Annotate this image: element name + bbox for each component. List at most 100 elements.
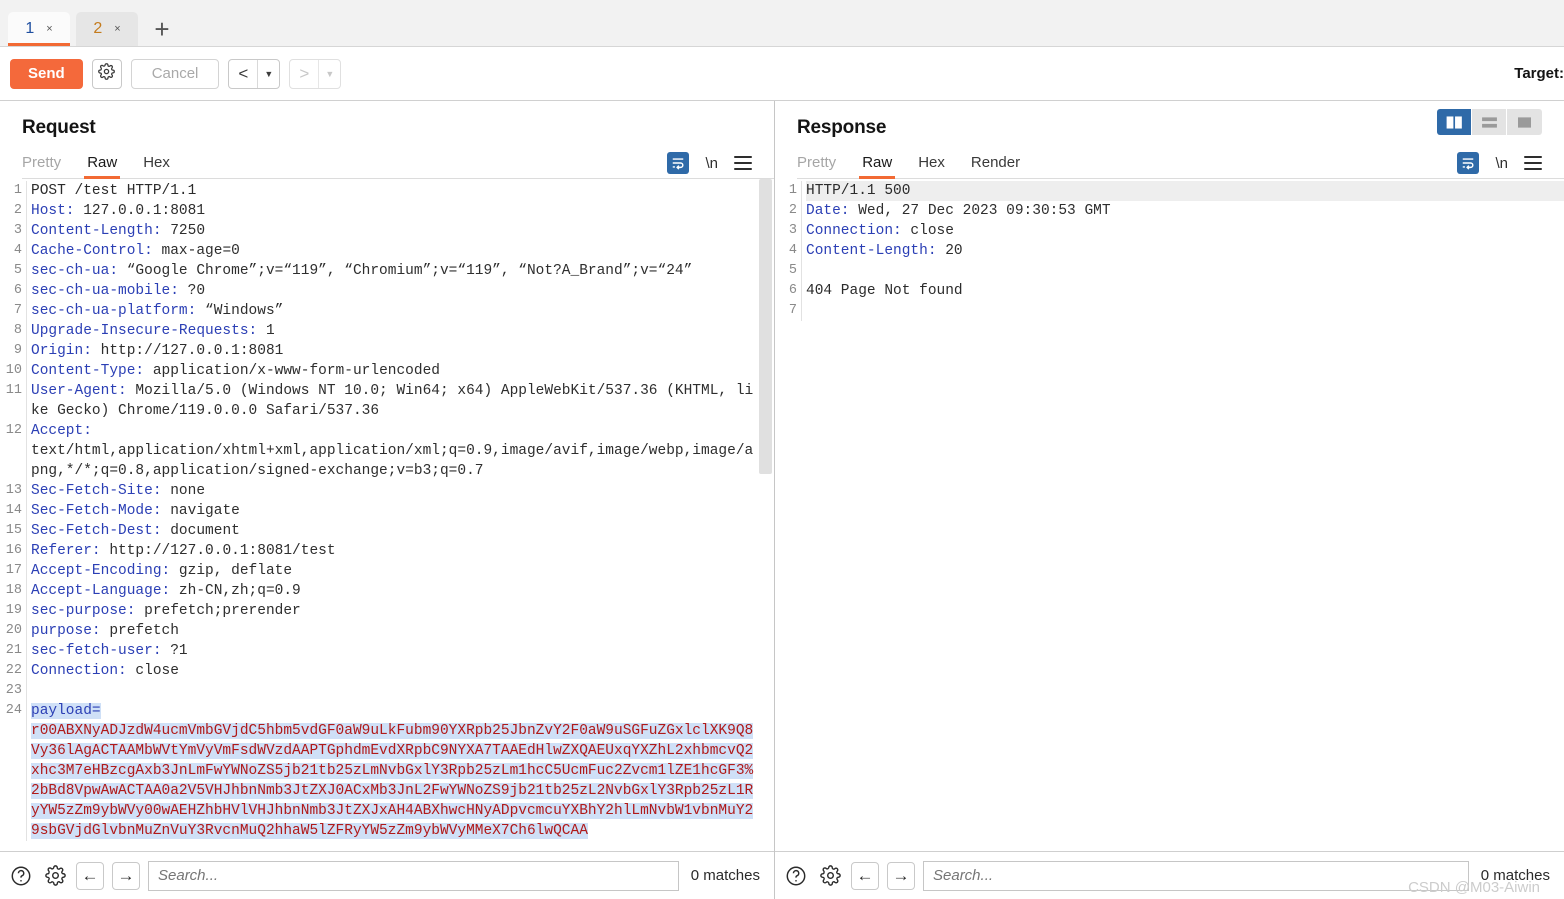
line-number: 5 xyxy=(13,263,22,278)
newline-toggle[interactable]: \n xyxy=(705,155,718,172)
code-line: 24 payload= r00ABXNyADJzdW4ucmVmbGVjdC5hb… xyxy=(0,701,774,841)
gear-icon[interactable] xyxy=(817,863,843,889)
gear-icon xyxy=(98,62,116,85)
header-value: Wed, 27 Dec 2023 09:30:53 GMT xyxy=(849,203,1111,219)
code-text: POST /test HTTP/1.1 xyxy=(31,183,197,199)
prev-request-group[interactable]: < ▼ xyxy=(228,58,281,89)
layout-mode-buttons xyxy=(1437,109,1542,135)
repeater-tab-1[interactable]: 1 × xyxy=(8,12,70,46)
tab-request-pretty[interactable]: Pretty xyxy=(22,150,61,178)
header-name: Upgrade-Insecure-Requests: xyxy=(31,323,258,339)
request-code-lines: 1 POST /test HTTP/1.1 2 Host: 127.0.0.1:808… xyxy=(0,181,774,841)
tab-response-render[interactable]: Render xyxy=(971,150,1020,178)
gutter-divider xyxy=(26,601,27,621)
search-input[interactable] xyxy=(148,860,679,891)
prev-request-button[interactable]: < xyxy=(229,60,257,88)
code-line: 11 User-Agent: Mozilla/5.0 (Windows NT 10… xyxy=(0,381,774,421)
payload-value: r00ABXNyADJzdW4ucmVmbGVjdC5hbm5vdGF0aW9u… xyxy=(31,723,754,839)
gutter-divider xyxy=(26,521,27,541)
request-pane-header: Request Pretty Raw Hex \n xyxy=(0,101,774,179)
code-text: Host: 127.0.0.1:8081 xyxy=(31,201,774,221)
code-line: 18 Accept-Language: zh-CN,zh;q=0.9 xyxy=(0,581,774,601)
line-number: 21 xyxy=(5,643,22,658)
next-request-group[interactable]: > ▼ xyxy=(289,58,342,89)
response-code-lines: 1 HTTP/1.1 500 2 Date: Wed, 27 Dec 2023 09:… xyxy=(775,181,1564,321)
close-icon[interactable]: × xyxy=(114,23,120,35)
code-line: 4 Cache-Control: max-age=0 xyxy=(0,241,774,261)
cancel-button[interactable]: Cancel xyxy=(130,58,220,89)
chevron-down-icon[interactable]: ▼ xyxy=(257,59,279,88)
hamburger-menu-icon[interactable] xyxy=(1524,156,1542,170)
code-line: 21 sec-fetch-user: ?1 xyxy=(0,641,774,661)
settings-button[interactable] xyxy=(91,58,122,89)
code-line: 14 Sec-Fetch-Mode: navigate xyxy=(0,501,774,521)
line-number: 19 xyxy=(5,603,22,618)
request-search-bar: ← → 0 matches xyxy=(0,851,774,899)
gutter-divider xyxy=(801,221,802,241)
search-prev-button[interactable]: ← xyxy=(76,861,104,890)
next-request-button[interactable]: > xyxy=(290,60,318,88)
gutter-divider xyxy=(26,281,27,301)
header-value: gzip, deflate xyxy=(170,563,293,579)
scrollbar-thumb[interactable] xyxy=(759,179,772,474)
gutter-divider xyxy=(26,621,27,641)
line-number: 12 xyxy=(5,423,22,438)
code-line: 3 Content-Length: 7250 xyxy=(0,221,774,241)
hamburger-menu-icon[interactable] xyxy=(734,156,752,170)
tab-response-raw[interactable]: Raw xyxy=(859,150,896,179)
tab-response-hex[interactable]: Hex xyxy=(918,150,945,178)
repeater-tab-bar: 1 × 2 × + xyxy=(0,0,1564,47)
search-next-button[interactable]: → xyxy=(887,861,915,890)
request-pane: Request Pretty Raw Hex \n 1 POST /test H… xyxy=(0,101,775,899)
request-editor[interactable]: 1 POST /test HTTP/1.1 2 Host: 127.0.0.1:808… xyxy=(0,179,774,851)
line-number: 2 xyxy=(13,203,22,218)
code-line: 16 Referer: http://127.0.0.1:8081/test xyxy=(0,541,774,561)
tab-request-hex[interactable]: Hex xyxy=(143,150,170,178)
layout-horizontal-split-button[interactable] xyxy=(1472,109,1507,135)
code-line: 7 xyxy=(775,301,1564,321)
send-button[interactable]: Send xyxy=(10,58,83,89)
repeater-tab-2[interactable]: 2 × xyxy=(76,12,138,46)
code-line: 6 sec-ch-ua-mobile: ?0 xyxy=(0,281,774,301)
request-view-tabs: Pretty Raw Hex \n xyxy=(22,150,774,179)
layout-vertical-split-button[interactable] xyxy=(1437,109,1472,135)
header-name: sec-purpose: xyxy=(31,603,136,619)
help-icon[interactable] xyxy=(8,863,34,889)
gutter-divider xyxy=(26,221,27,241)
code-line: 13 Sec-Fetch-Site: none xyxy=(0,481,774,501)
tab-request-raw[interactable]: Raw xyxy=(84,150,121,179)
code-text: Sec-Fetch-Dest: document xyxy=(31,521,774,541)
word-wrap-icon[interactable] xyxy=(667,152,690,174)
search-input[interactable] xyxy=(923,860,1469,891)
search-next-button[interactable]: → xyxy=(112,861,140,890)
response-view-tabs: Pretty Raw Hex Render \n xyxy=(797,150,1564,179)
close-icon[interactable]: × xyxy=(46,23,52,35)
header-name: Accept-Language: xyxy=(31,583,171,599)
gutter-divider xyxy=(801,241,802,261)
code-text: Content-Type: application/x-www-form-url… xyxy=(31,361,774,381)
search-prev-button[interactable]: ← xyxy=(851,861,879,890)
add-tab-button[interactable]: + xyxy=(144,12,180,46)
line-number: 7 xyxy=(13,303,22,318)
code-text: sec-ch-ua-mobile: ?0 xyxy=(31,281,774,301)
gutter-divider xyxy=(26,201,27,221)
header-value: close xyxy=(901,223,954,239)
header-name: purpose: xyxy=(31,623,101,639)
newline-toggle[interactable]: \n xyxy=(1495,155,1508,172)
layout-single-pane-button[interactable] xyxy=(1507,109,1542,135)
gutter-divider xyxy=(26,261,27,281)
response-editor[interactable]: 1 HTTP/1.1 500 2 Date: Wed, 27 Dec 2023 09:… xyxy=(775,179,1564,851)
tab-response-pretty[interactable]: Pretty xyxy=(797,150,836,178)
header-value: 1 xyxy=(257,323,275,339)
line-number: 3 xyxy=(13,223,22,238)
chevron-down-icon[interactable]: ▼ xyxy=(318,59,340,88)
line-number: 8 xyxy=(13,323,22,338)
code-line: 3 Connection: close xyxy=(775,221,1564,241)
help-icon[interactable] xyxy=(783,863,809,889)
code-text: Accept: text/html,application/xhtml+xml,… xyxy=(31,421,774,481)
header-name: Accept: xyxy=(31,423,92,439)
code-text: Connection: close xyxy=(31,661,774,681)
gutter-divider xyxy=(26,681,27,701)
gear-icon[interactable] xyxy=(42,863,68,889)
word-wrap-icon[interactable] xyxy=(1457,152,1480,174)
